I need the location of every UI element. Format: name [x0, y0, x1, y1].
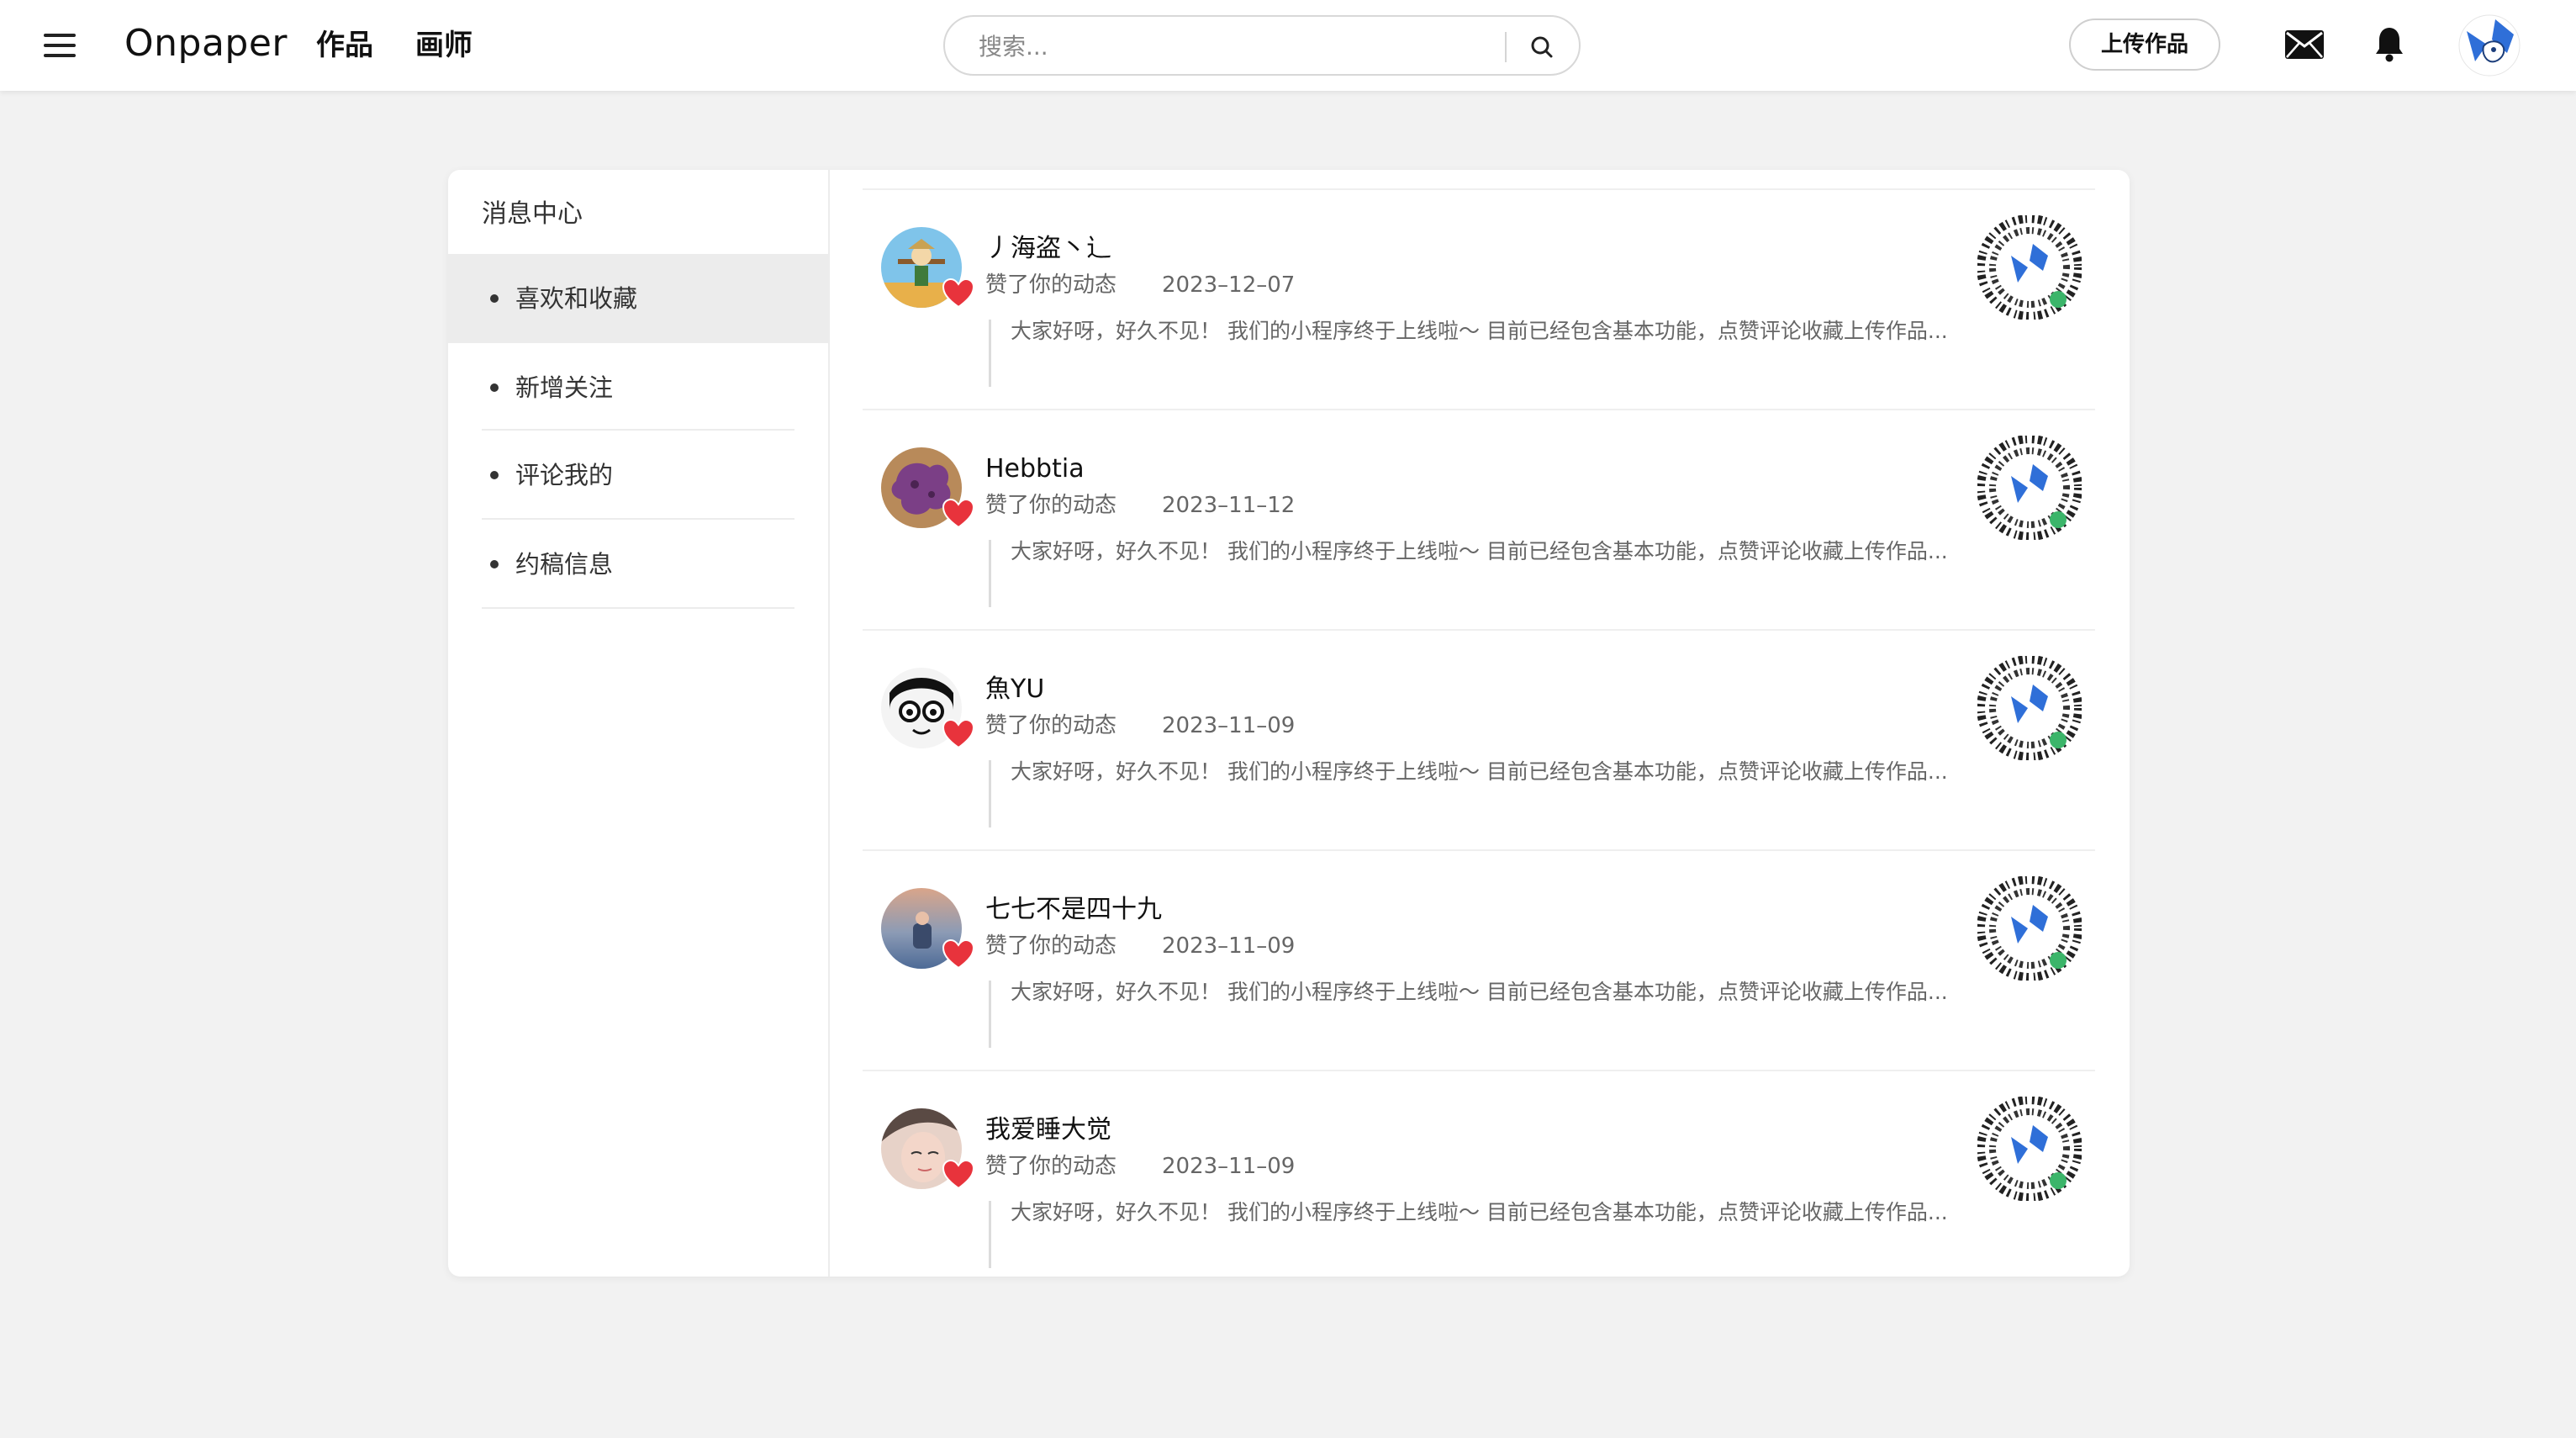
miniprogram-qr-code[interactable]	[1977, 876, 2082, 981]
post-excerpt[interactable]: 大家好呀，好久不见！ 我们的小程序终于上线啦～ 目前已经包含基本功能，点赞评论收…	[1011, 1199, 1977, 1226]
username[interactable]: Hebbtia	[985, 451, 1085, 488]
list-item: 丿海盗丶辶 赞了你的动态 2023–12–07 大家好呀，好久不见！ 我们的小程…	[863, 190, 2095, 410]
post-excerpt[interactable]: 大家好呀，好久不见！ 我们的小程序终于上线啦～ 目前已经包含基本功能，点赞评论收…	[1011, 759, 1977, 785]
bullet-icon	[490, 560, 499, 568]
heart-icon	[942, 718, 975, 749]
nav-artists[interactable]: 画师	[415, 25, 472, 66]
bell-icon[interactable]	[2374, 25, 2404, 62]
post-excerpt[interactable]: 大家好呀，好久不见！ 我们的小程序终于上线啦～ 目前已经包含基本功能，点赞评论收…	[1011, 979, 1977, 1006]
bullet-icon	[490, 471, 499, 479]
quote-bar	[989, 1201, 991, 1268]
sidebar-item-label: 新增关注	[515, 373, 614, 402]
date: 2023–12–07	[1162, 272, 1296, 298]
miniprogram-qr-code[interactable]	[1977, 1097, 2082, 1201]
username[interactable]: 丿海盗丶辶	[985, 230, 1111, 267]
sidebar-item-likes[interactable]: 喜欢和收藏	[448, 254, 828, 343]
action-text: 赞了你的动态	[985, 1154, 1117, 1179]
sidebar-item-comments[interactable]: 评论我的	[448, 431, 828, 520]
sidebar-item-label: 约稿信息	[515, 550, 614, 579]
miniprogram-qr-code[interactable]	[1977, 656, 2082, 760]
heart-icon	[942, 938, 975, 970]
menu-icon[interactable]	[44, 32, 79, 59]
action-text: 赞了你的动态	[985, 933, 1117, 959]
upload-button[interactable]: 上传作品	[2069, 19, 2220, 71]
sidebar-item-label: 喜欢和收藏	[515, 284, 638, 313]
username[interactable]: 魚YU	[985, 671, 1044, 708]
username[interactable]: 我爱睡大觉	[985, 1112, 1111, 1149]
quote-bar	[989, 540, 991, 607]
heart-icon	[942, 1159, 975, 1190]
sidebar-title: 消息中心	[482, 199, 583, 229]
action-text: 赞了你的动态	[985, 493, 1117, 518]
quote-bar	[989, 760, 991, 827]
top-bar: Onpaper 作品 画师 上传作品	[0, 0, 2576, 91]
list-item: 我爱睡大觉 赞了你的动态 2023–11–09 大家好呀，好久不见！ 我们的小程…	[863, 1071, 2095, 1277]
search-divider	[1505, 32, 1507, 62]
sidebar: 消息中心 喜欢和收藏 新增关注 评论我的 约稿信息	[448, 170, 830, 1277]
bullet-icon	[490, 383, 499, 392]
list-item: Hebbtia 赞了你的动态 2023–11–12 大家好呀，好久不见！ 我们的…	[863, 410, 2095, 631]
post-excerpt[interactable]: 大家好呀，好久不见！ 我们的小程序终于上线啦～ 目前已经包含基本功能，点赞评论收…	[1011, 538, 1977, 565]
heart-icon	[942, 278, 975, 309]
action-text: 赞了你的动态	[985, 272, 1117, 298]
mail-icon[interactable]	[2285, 30, 2324, 59]
quote-bar	[989, 320, 991, 387]
sidebar-divider	[482, 607, 794, 609]
post-excerpt[interactable]: 大家好呀，好久不见！ 我们的小程序终于上线啦～ 目前已经包含基本功能，点赞评论收…	[1011, 318, 1977, 345]
logo[interactable]: Onpaper	[124, 20, 288, 67]
date: 2023–11–09	[1162, 713, 1296, 738]
nav-works[interactable]: 作品	[316, 25, 373, 66]
username[interactable]: 七七不是四十九	[985, 891, 1162, 928]
user-avatar[interactable]	[2458, 14, 2521, 77]
bullet-icon	[490, 294, 499, 303]
action-text: 赞了你的动态	[985, 713, 1117, 738]
list-item: 七七不是四十九 赞了你的动态 2023–11–09 大家好呀，好久不见！ 我们的…	[863, 851, 2095, 1071]
quote-bar	[989, 981, 991, 1048]
miniprogram-qr-code[interactable]	[1977, 436, 2082, 540]
user-avatar-image	[2458, 14, 2521, 77]
message-center-card: 消息中心 喜欢和收藏 新增关注 评论我的 约稿信息 丿海盗丶辶 赞了你的动态 2…	[448, 170, 2130, 1277]
heart-icon	[942, 498, 975, 529]
miniprogram-qr-code[interactable]	[1977, 215, 2082, 320]
date: 2023–11–09	[1162, 933, 1296, 959]
sidebar-item-label: 评论我的	[515, 461, 614, 489]
sidebar-item-new-follows[interactable]: 新增关注	[448, 343, 828, 432]
list-item: 魚YU 赞了你的动态 2023–11–09 大家好呀，好久不见！ 我们的小程序终…	[863, 631, 2095, 851]
search-input[interactable]	[977, 27, 1502, 66]
date: 2023–11–12	[1162, 493, 1296, 518]
date: 2023–11–09	[1162, 1154, 1296, 1179]
search-icon[interactable]	[1528, 34, 1555, 61]
sidebar-item-commissions[interactable]: 约稿信息	[448, 520, 828, 609]
message-list: 丿海盗丶辶 赞了你的动态 2023–12–07 大家好呀，好久不见！ 我们的小程…	[863, 170, 2095, 1277]
search-box	[943, 15, 1581, 76]
